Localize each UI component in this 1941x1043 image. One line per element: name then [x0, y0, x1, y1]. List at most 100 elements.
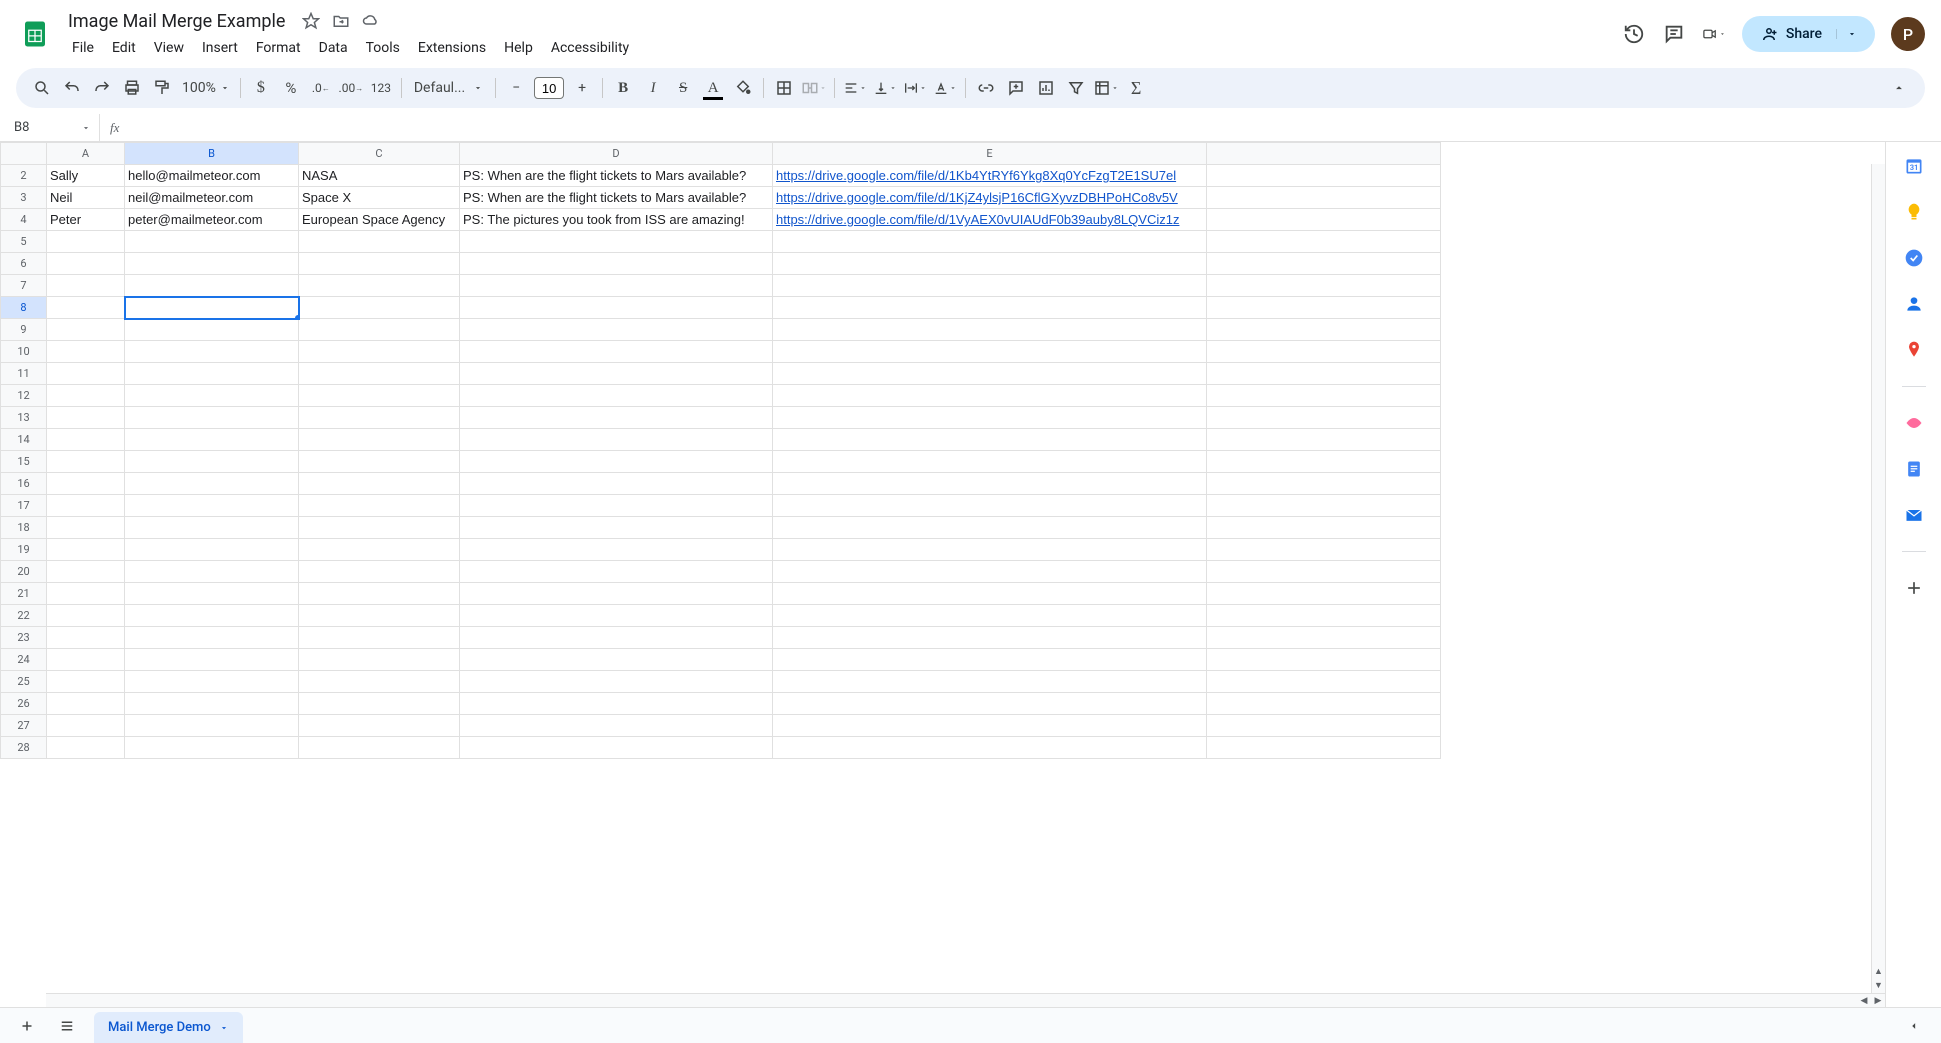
- cell[interactable]: [299, 451, 460, 473]
- currency-icon[interactable]: $: [247, 74, 275, 102]
- cell[interactable]: [299, 319, 460, 341]
- cell[interactable]: [47, 363, 125, 385]
- text-rotation-icon[interactable]: [931, 74, 959, 102]
- cell[interactable]: [460, 693, 773, 715]
- cell[interactable]: [299, 583, 460, 605]
- menu-edit[interactable]: Edit: [104, 36, 144, 60]
- cell[interactable]: [1207, 517, 1441, 539]
- cell[interactable]: [1207, 473, 1441, 495]
- row-header[interactable]: 5: [1, 231, 47, 253]
- print-icon[interactable]: [118, 74, 146, 102]
- cell[interactable]: [460, 341, 773, 363]
- cell[interactable]: [47, 341, 125, 363]
- row-header[interactable]: 6: [1, 253, 47, 275]
- cell[interactable]: [460, 297, 773, 319]
- more-formats-button[interactable]: 123: [367, 74, 395, 102]
- row-header[interactable]: 24: [1, 649, 47, 671]
- cell[interactable]: [299, 715, 460, 737]
- cell[interactable]: [125, 363, 299, 385]
- cell[interactable]: [773, 715, 1207, 737]
- cell[interactable]: [773, 429, 1207, 451]
- cell[interactable]: [460, 451, 773, 473]
- cell[interactable]: [460, 715, 773, 737]
- font-family-select[interactable]: Defaul...: [408, 74, 489, 102]
- cell[interactable]: [299, 693, 460, 715]
- cell[interactable]: [460, 429, 773, 451]
- column-header[interactable]: C: [299, 143, 460, 165]
- cell[interactable]: [1207, 649, 1441, 671]
- row-header[interactable]: 9: [1, 319, 47, 341]
- cell[interactable]: [460, 319, 773, 341]
- row-header[interactable]: 2: [1, 165, 47, 187]
- borders-icon[interactable]: [770, 74, 798, 102]
- row-header[interactable]: 3: [1, 187, 47, 209]
- cell[interactable]: [1207, 363, 1441, 385]
- cell[interactable]: [1207, 275, 1441, 297]
- text-color-icon[interactable]: A: [699, 74, 727, 102]
- cell[interactable]: [1207, 715, 1441, 737]
- cell[interactable]: [1207, 671, 1441, 693]
- cell[interactable]: [125, 385, 299, 407]
- row-header[interactable]: 7: [1, 275, 47, 297]
- cell[interactable]: [773, 341, 1207, 363]
- italic-icon[interactable]: I: [639, 74, 667, 102]
- zoom-select[interactable]: 100%: [178, 74, 234, 102]
- horizontal-align-icon[interactable]: [841, 74, 869, 102]
- cell[interactable]: https://drive.google.com/file/d/1VyAEX0v…: [773, 209, 1207, 231]
- cell[interactable]: [773, 605, 1207, 627]
- cell[interactable]: PS: The pictures you took from ISS are a…: [460, 209, 773, 231]
- row-header[interactable]: 26: [1, 693, 47, 715]
- row-header[interactable]: 11: [1, 363, 47, 385]
- cell[interactable]: [773, 561, 1207, 583]
- increase-decimal-icon[interactable]: .00→: [337, 74, 365, 102]
- cell[interactable]: [125, 231, 299, 253]
- cell[interactable]: [1207, 451, 1441, 473]
- cell[interactable]: hello@mailmeteor.com: [125, 165, 299, 187]
- cell[interactable]: [125, 253, 299, 275]
- cell[interactable]: [125, 429, 299, 451]
- cell[interactable]: NASA: [299, 165, 460, 187]
- cell[interactable]: [47, 451, 125, 473]
- cell[interactable]: [125, 517, 299, 539]
- cell[interactable]: [125, 605, 299, 627]
- row-header[interactable]: 18: [1, 517, 47, 539]
- fontsize-input[interactable]: [534, 77, 564, 99]
- menu-tools[interactable]: Tools: [358, 36, 408, 60]
- row-header[interactable]: 20: [1, 561, 47, 583]
- vertical-align-icon[interactable]: [871, 74, 899, 102]
- calendar-icon[interactable]: 31: [1904, 156, 1924, 176]
- cell[interactable]: [773, 275, 1207, 297]
- cell[interactable]: [125, 495, 299, 517]
- cell[interactable]: [460, 517, 773, 539]
- cell[interactable]: [773, 473, 1207, 495]
- cell[interactable]: [773, 539, 1207, 561]
- increase-fontsize-button[interactable]: +: [568, 74, 596, 102]
- column-header[interactable]: D: [460, 143, 773, 165]
- cell[interactable]: [299, 341, 460, 363]
- menu-data[interactable]: Data: [311, 36, 356, 60]
- cell[interactable]: Space X: [299, 187, 460, 209]
- strikethrough-icon[interactable]: S: [669, 74, 697, 102]
- cell[interactable]: [773, 407, 1207, 429]
- row-header[interactable]: 22: [1, 605, 47, 627]
- cell[interactable]: [47, 517, 125, 539]
- cell[interactable]: [773, 693, 1207, 715]
- cell[interactable]: [1207, 319, 1441, 341]
- row-header[interactable]: 12: [1, 385, 47, 407]
- cell[interactable]: [773, 363, 1207, 385]
- cell[interactable]: [47, 407, 125, 429]
- cell[interactable]: [460, 473, 773, 495]
- cell[interactable]: Sally: [47, 165, 125, 187]
- cell[interactable]: [460, 495, 773, 517]
- row-header[interactable]: 14: [1, 429, 47, 451]
- cell[interactable]: Peter: [47, 209, 125, 231]
- cell[interactable]: [1207, 561, 1441, 583]
- cell[interactable]: [1207, 253, 1441, 275]
- cell[interactable]: [773, 495, 1207, 517]
- cell[interactable]: [47, 693, 125, 715]
- formula-input[interactable]: [129, 114, 1941, 141]
- cell[interactable]: [460, 627, 773, 649]
- cell[interactable]: [299, 473, 460, 495]
- cell[interactable]: [773, 627, 1207, 649]
- cell[interactable]: [773, 649, 1207, 671]
